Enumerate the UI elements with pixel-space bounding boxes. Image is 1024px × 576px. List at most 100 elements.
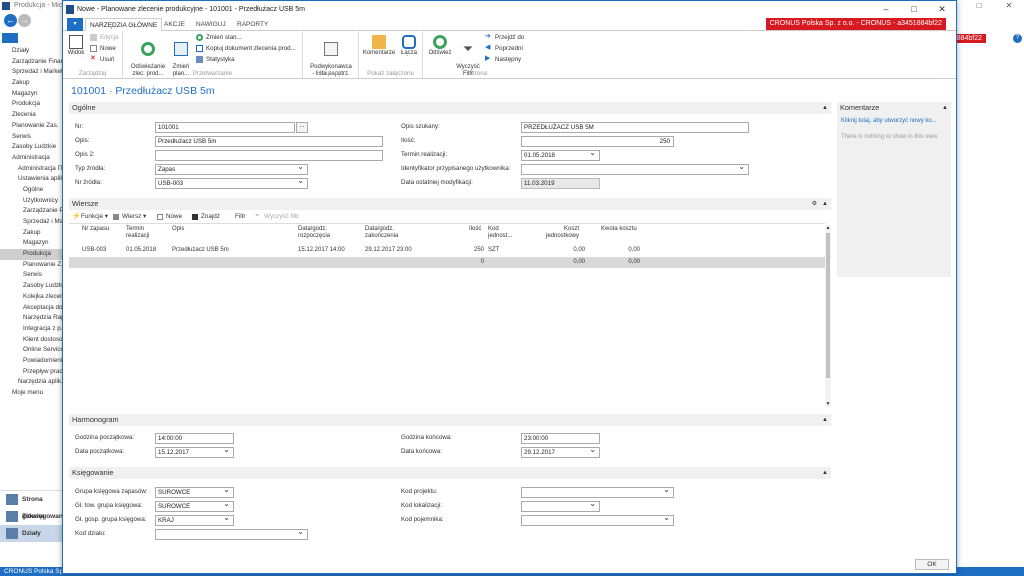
departments-button[interactable]: Działy: [0, 525, 62, 542]
new-comment-link[interactable]: Kliknij tutaj, aby utworzyć nowy ko...: [837, 114, 951, 124]
nav-item[interactable]: Narzędzia aplik.: [0, 377, 62, 388]
col-header[interactable]: Koszt jednostkowy: [546, 226, 579, 240]
functions-menu[interactable]: ⚡ Funkcje ▾: [72, 211, 108, 223]
previous-button[interactable]: ◀ Poprzedni: [485, 43, 523, 54]
ok-button[interactable]: OK: [915, 559, 949, 570]
termin-date-field[interactable]: 01.05.2018: [521, 150, 600, 161]
minimize-icon[interactable]: –: [872, 1, 900, 18]
comments-button[interactable]: Komentarze: [361, 35, 397, 57]
links-button[interactable]: Łącza: [399, 35, 419, 57]
nav-item[interactable]: Serwis: [0, 132, 62, 143]
nav-item[interactable]: Sprzedaż i Ma.: [0, 217, 62, 228]
tab-navigate[interactable]: NAWIGUJ: [196, 18, 226, 31]
close-icon[interactable]: ✕: [994, 0, 1024, 12]
cell-koszt[interactable]: 0,00: [559, 257, 585, 268]
nav-item[interactable]: Narzędzia Rap.: [0, 313, 62, 324]
ident-select[interactable]: [521, 164, 749, 175]
col-header[interactable]: Kod jednost...: [488, 226, 512, 240]
delete-button[interactable]: ✕ Usuń: [90, 54, 114, 65]
cell-koniec[interactable]: 29.12.2017 23:00: [365, 245, 412, 256]
collapse-icon[interactable]: ▲: [822, 102, 828, 114]
close-icon[interactable]: ✕: [928, 1, 956, 18]
col-header[interactable]: Nr zapasu: [82, 226, 109, 233]
opis2-field[interactable]: [155, 150, 383, 161]
menu-dropdown-icon[interactable]: [2, 33, 18, 43]
nav-item[interactable]: Zasoby Ludzkie: [0, 142, 62, 153]
nav-item[interactable]: Administracja IT: [0, 164, 62, 175]
copy-document-button[interactable]: Kopiuj dokument zlecenia prod...: [196, 43, 296, 54]
statistics-button[interactable]: Statystyka: [196, 54, 235, 65]
nav-item[interactable]: Akceptacja do.: [0, 303, 62, 314]
collapse-icon[interactable]: ▲: [822, 467, 828, 479]
help-icon[interactable]: ?: [1013, 34, 1022, 43]
nav-item[interactable]: Online Service: [0, 345, 62, 356]
cell-kwota[interactable]: 0,00: [614, 245, 640, 256]
cell-termin[interactable]: 01.05.2018: [126, 245, 156, 256]
section-posting-header[interactable]: Księgowanie ▲: [69, 467, 831, 479]
department-code-select[interactable]: [155, 529, 308, 540]
project-code-select[interactable]: [521, 487, 674, 498]
collapse-icon[interactable]: ▲: [822, 198, 828, 210]
home-button[interactable]: Strona główna: [0, 491, 62, 520]
clear-filter-line-button[interactable]: ⏷ Wyczyść filtr: [255, 211, 299, 223]
collapse-icon[interactable]: ▲: [942, 102, 948, 114]
nav-item[interactable]: Zarządzanie Finansami: [0, 57, 62, 68]
nav-item[interactable]: Kolejka zlecenia: [0, 292, 62, 303]
comments-header[interactable]: Komentarze ▲: [837, 102, 951, 114]
nav-item[interactable]: Magazyn: [0, 238, 62, 249]
location-code-select[interactable]: [521, 501, 600, 512]
go-to-button[interactable]: ➔ Przejdź do: [485, 32, 524, 43]
start-time-field[interactable]: 14:00:00: [155, 433, 234, 444]
line-menu[interactable]: Wiersz ▾: [113, 211, 146, 223]
nav-item[interactable]: Zakup: [0, 228, 62, 239]
gen-prod-posting-select[interactable]: SUROWCE: [155, 501, 234, 512]
back-arrow-icon[interactable]: ←: [4, 14, 17, 27]
cell-opis[interactable]: Przedłużacz USB 5m: [172, 245, 229, 256]
section-lines-header[interactable]: Wiersze ⚙ ▲: [69, 198, 831, 210]
change-status-button[interactable]: Zmień stan...: [196, 32, 242, 43]
col-header[interactable]: Data/godz. zakończenia: [365, 226, 398, 240]
lines-scrollbar[interactable]: ▲ ▼: [825, 225, 831, 407]
nav-item[interactable]: Produkcja: [0, 99, 62, 110]
nav-item[interactable]: Sprzedaż i Marketing: [0, 67, 62, 78]
nav-item[interactable]: Klient dostosow.: [0, 335, 62, 346]
nav-item[interactable]: Ogólne: [0, 185, 62, 196]
cell-nr[interactable]: USB-003: [82, 245, 106, 256]
tab-reports[interactable]: RAPORTY: [237, 18, 268, 31]
nav-item[interactable]: Serwis: [0, 270, 62, 281]
new-button[interactable]: Nowe: [90, 43, 116, 54]
nav-item[interactable]: Ustawienia aplikacji: [0, 174, 62, 185]
inventory-posting-select[interactable]: SUROWCE: [155, 487, 234, 498]
bin-code-select[interactable]: [521, 515, 674, 526]
maximize-icon[interactable]: □: [900, 1, 928, 18]
maximize-icon[interactable]: □: [964, 0, 994, 12]
refresh-button[interactable]: Odśwież: [427, 35, 453, 57]
new-line-button[interactable]: Nowe: [157, 211, 182, 223]
next-button[interactable]: ▶ Następny: [485, 54, 521, 65]
nr-zrodla-select[interactable]: USB-003: [155, 178, 308, 189]
nav-item[interactable]: Użytkownicy: [0, 196, 62, 207]
typ-select[interactable]: Zapas: [155, 164, 308, 175]
nav-item-selected[interactable]: Produkcja: [0, 249, 62, 260]
posted-button[interactable]: Zaksięgowane: [0, 508, 66, 525]
col-header[interactable]: Kwota kosztu: [601, 226, 637, 233]
nav-item[interactable]: Działy: [0, 46, 62, 57]
scroll-up-icon[interactable]: ▲: [825, 225, 831, 231]
nav-item[interactable]: Zlecenia: [0, 110, 62, 121]
table-row-selected[interactable]: 0 0,00 0,00: [69, 257, 825, 268]
nav-item[interactable]: Zakup: [0, 78, 62, 89]
end-time-field[interactable]: 23:00:00: [521, 433, 600, 444]
table-row[interactable]: USB-003 01.05.2018 Przedłużacz USB 5m 15…: [69, 245, 825, 256]
nr-field[interactable]: 101001: [155, 122, 295, 133]
view-button[interactable]: Widok: [66, 35, 86, 57]
collapse-icon[interactable]: ▲: [822, 414, 828, 426]
cell-kwota[interactable]: 0,00: [614, 257, 640, 268]
cell-koszt[interactable]: 0,00: [559, 245, 585, 256]
nav-item[interactable]: Planowanie Z.: [0, 260, 62, 271]
gen-bus-posting-select[interactable]: KRAJ: [155, 515, 234, 526]
edit-button[interactable]: Edycja: [90, 32, 119, 43]
col-header[interactable]: Data/godz. rozpoczęcia: [298, 226, 330, 240]
section-schedule-header[interactable]: Harmonogram ▲: [69, 414, 831, 426]
cell-ilosc[interactable]: 0: [464, 257, 484, 268]
nav-item[interactable]: Zarządzanie Pr.: [0, 206, 62, 217]
